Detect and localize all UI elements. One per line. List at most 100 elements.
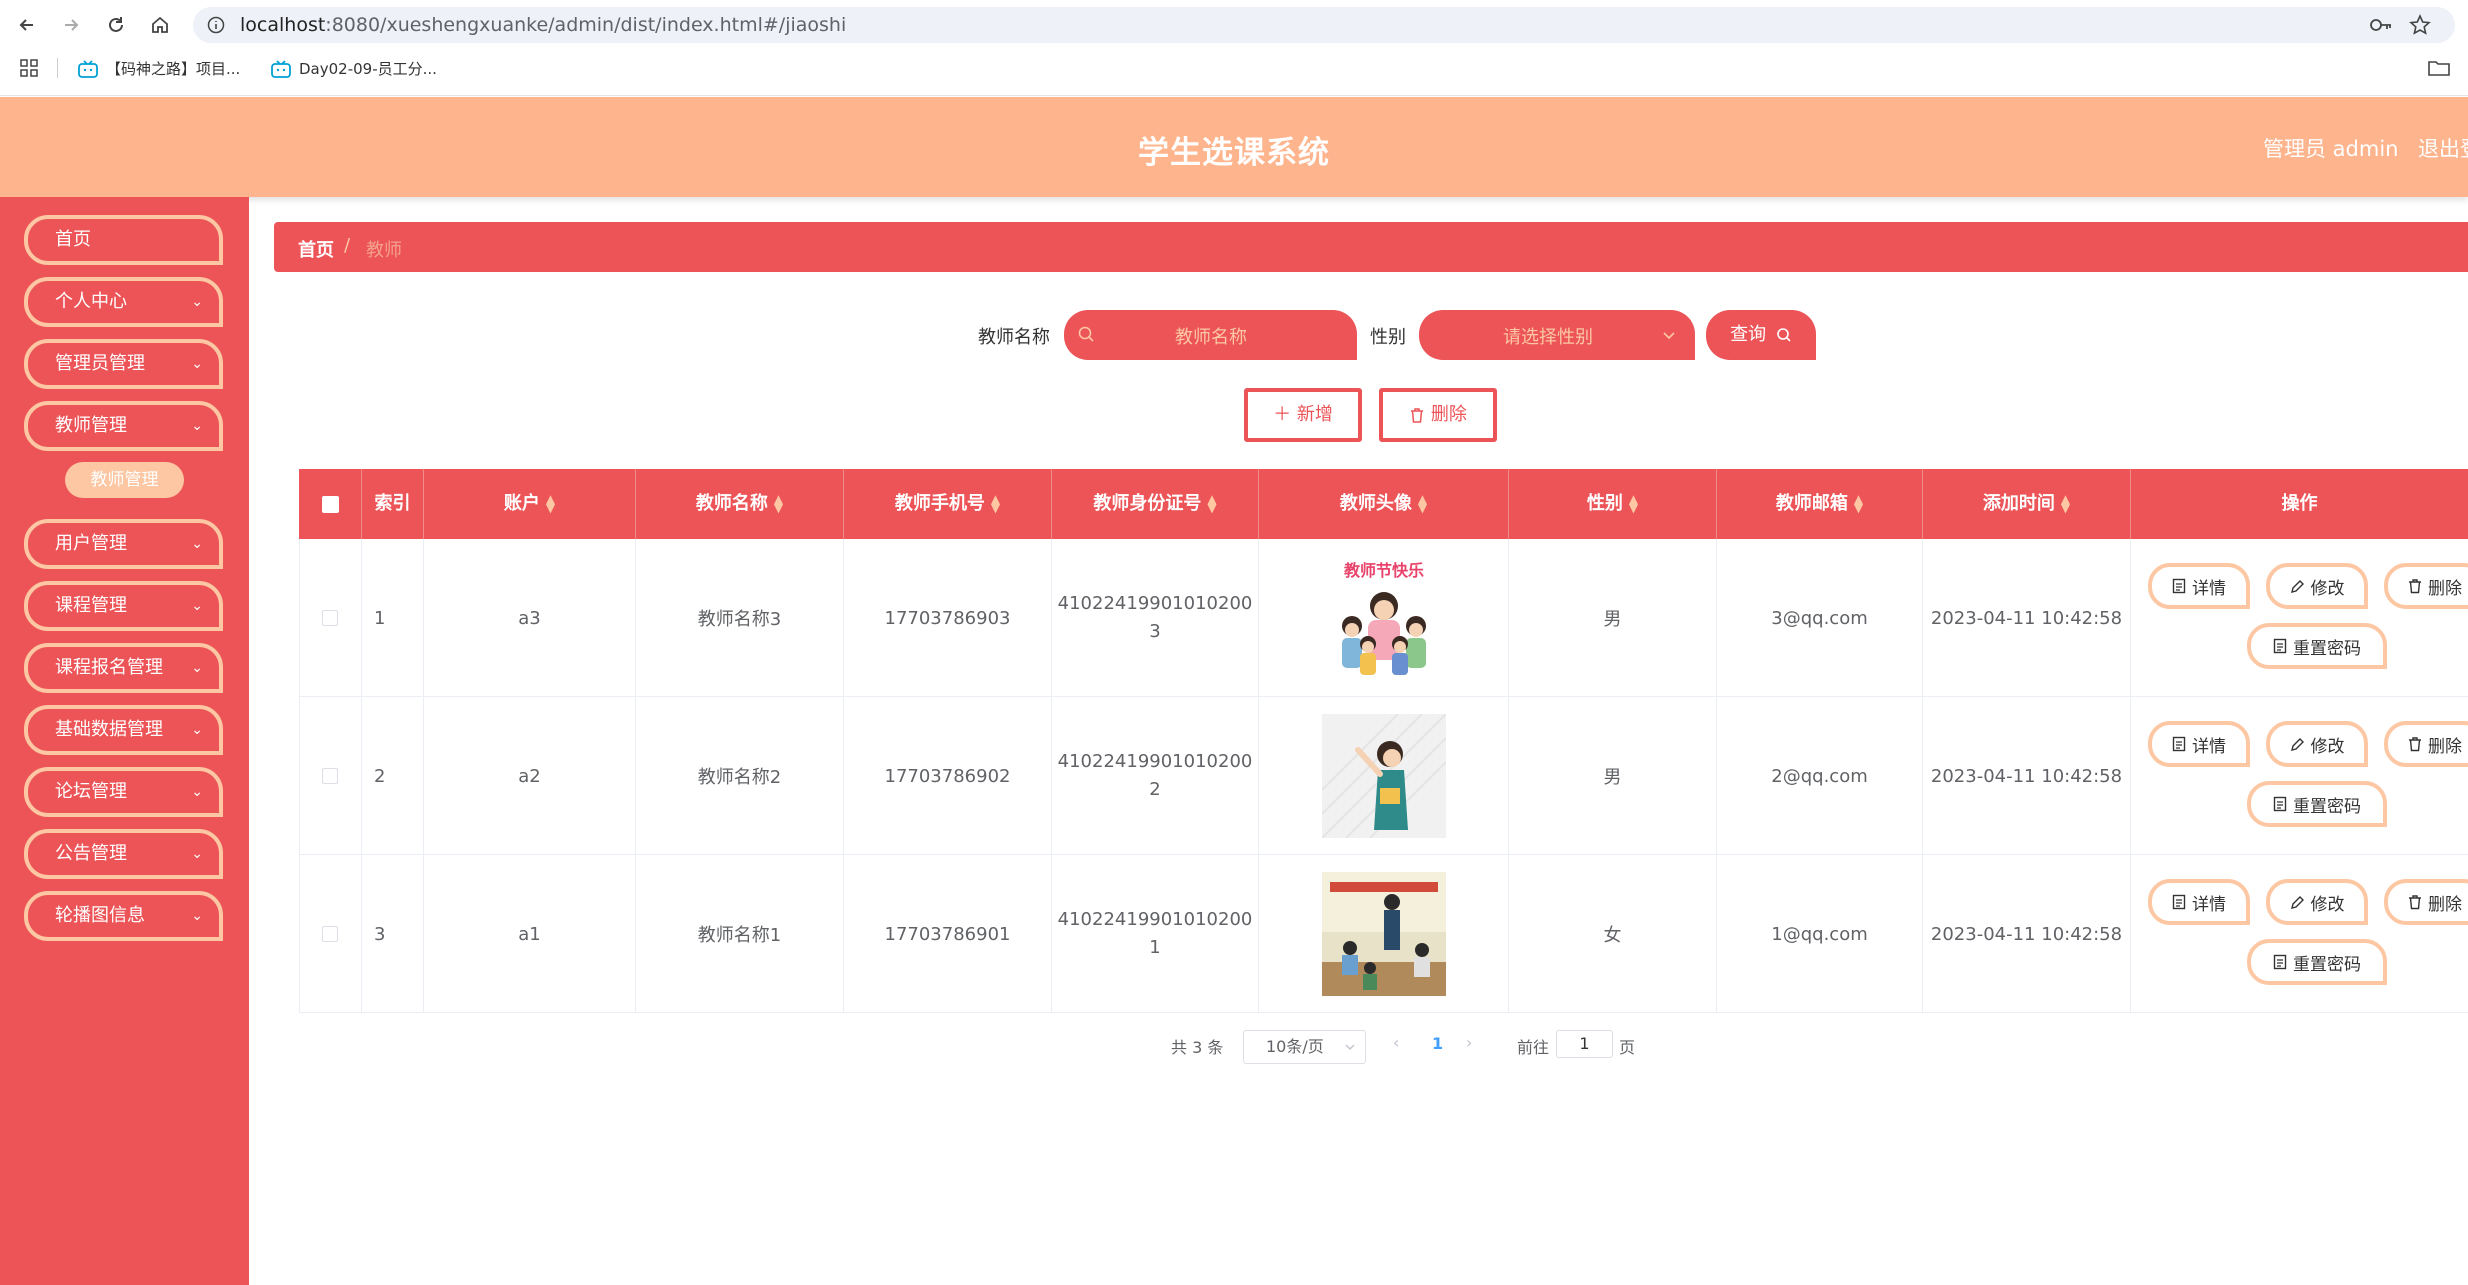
edit-button[interactable]: 修改: [2266, 721, 2368, 767]
edit-button[interactable]: 修改: [2266, 563, 2368, 609]
reset-password-button[interactable]: 重置密码: [2247, 623, 2387, 669]
gender-select[interactable]: 请选择性别: [1419, 310, 1695, 360]
col-gender[interactable]: 性别 ▲ ▼: [1509, 469, 1717, 539]
chevron-down-icon: ⌄: [191, 356, 203, 372]
chevron-down-icon: ⌄: [191, 294, 203, 310]
detail-button-label: 详情: [2192, 736, 2226, 757]
row-checkbox-cell: [299, 539, 362, 697]
page-number-current[interactable]: 1: [1432, 1034, 1443, 1053]
reset-password-button[interactable]: 重置密码: [2247, 939, 2387, 985]
col-phone[interactable]: 教师手机号 ▲ ▼: [844, 469, 1052, 539]
query-button-label: 查询: [1730, 324, 1767, 345]
row-checkbox[interactable]: [322, 610, 338, 626]
reset-password-button-label: 重置密码: [2293, 638, 2361, 659]
col-email[interactable]: 教师邮箱 ▲ ▼: [1717, 469, 1923, 539]
cell-teacher-name: 教师名称2: [636, 697, 844, 855]
goto-page-input[interactable]: 1: [1556, 1030, 1613, 1058]
delete-button[interactable]: 删除: [2384, 563, 2468, 609]
bookmark-star-icon[interactable]: [2409, 14, 2431, 36]
gender-label: 性别: [1370, 327, 1406, 348]
cell-index: 1: [362, 539, 424, 697]
site-info-icon[interactable]: [207, 16, 225, 34]
cell-created-time: 2023-04-11 10:42:58: [1923, 539, 2131, 697]
query-button[interactable]: 查询: [1706, 310, 1816, 360]
home-icon[interactable]: [145, 10, 175, 40]
id-number-line1: 41022419901010200: [1057, 909, 1253, 930]
teacher-avatar-image[interactable]: [1321, 872, 1446, 996]
sidebar-item-label: 公告管理: [55, 843, 127, 864]
sidebar-item-user-management[interactable]: 用户管理 ⌄: [24, 519, 223, 569]
delete-button-label: 删除: [2428, 894, 2462, 915]
breadcrumb-current: 教师: [366, 240, 402, 261]
sidebar-item-basic-data[interactable]: 基础数据管理 ⌄: [24, 705, 223, 755]
page-size-select[interactable]: 10条/页: [1243, 1030, 1366, 1064]
delete-button-label: 删除: [2428, 578, 2462, 599]
col-account[interactable]: 账户 ▲ ▼: [424, 469, 636, 539]
chevron-down-icon: ⌄: [191, 784, 203, 800]
all-bookmarks-folder-icon[interactable]: [2427, 59, 2451, 77]
sidebar-item-home[interactable]: 首页: [24, 215, 223, 265]
cell-index: 2: [362, 697, 424, 855]
sidebar-item-admin-management[interactable]: 管理员管理 ⌄: [24, 339, 223, 389]
reset-password-button[interactable]: 重置密码: [2247, 781, 2387, 827]
back-icon[interactable]: [12, 10, 42, 40]
row-checkbox[interactable]: [322, 926, 338, 942]
sidebar-item-label: 教师管理: [55, 415, 127, 436]
goto-label: 前往: [1517, 1038, 1550, 1057]
bookmark-divider: [57, 58, 58, 78]
detail-button[interactable]: 详情: [2148, 879, 2250, 925]
cell-account: a1: [424, 855, 636, 1013]
chevron-down-icon: ⌄: [191, 536, 203, 552]
teacher-name-input[interactable]: 教师名称: [1064, 310, 1357, 360]
sidebar-item-teacher-management[interactable]: 教师管理 ⌄: [24, 401, 223, 451]
select-all-cell: [299, 469, 362, 539]
sidebar-item-enrollment-management[interactable]: 课程报名管理 ⌄: [24, 643, 223, 693]
col-teacher-name[interactable]: 教师名称 ▲ ▼: [636, 469, 844, 539]
col-avatar[interactable]: 教师头像 ▲ ▼: [1259, 469, 1509, 539]
sidebar-item-carousel[interactable]: 轮播图信息 ⌄: [24, 891, 223, 941]
bookmark-1[interactable]: 【码神之路】项目...: [78, 58, 240, 79]
batch-delete-button[interactable]: 删除: [1379, 388, 1497, 442]
current-user-label: 管理员 admin: [2263, 137, 2399, 161]
apps-grid-icon[interactable]: [20, 59, 38, 77]
teacher-avatar-image[interactable]: 教师节快乐: [1321, 556, 1446, 680]
row-checkbox[interactable]: [322, 768, 338, 784]
delete-button[interactable]: 删除: [2384, 721, 2468, 767]
edit-button[interactable]: 修改: [2266, 879, 2368, 925]
cell-teacher-name: 教师名称3: [636, 539, 844, 697]
cell-gender: 男: [1509, 697, 1717, 855]
prev-page-icon[interactable]: ‹: [1393, 1033, 1399, 1052]
reload-icon[interactable]: [101, 10, 131, 40]
breadcrumb-separator: /: [344, 235, 351, 256]
sort-icon: ▲ ▼: [545, 492, 556, 515]
sidebar-item-course-management[interactable]: 课程管理 ⌄: [24, 581, 223, 631]
bookmark-2[interactable]: Day02-09-员工分...: [271, 58, 437, 79]
table-row: 1 a3 教师名称3 17703786903 41022419901010200…: [299, 539, 2468, 697]
col-id-number[interactable]: 教师身份证号 ▲ ▼: [1052, 469, 1259, 539]
teacher-avatar-image[interactable]: [1321, 714, 1446, 838]
address-bar[interactable]: localhost:8080/xueshengxuanke/admin/dist…: [193, 7, 2455, 43]
detail-button[interactable]: 详情: [2148, 563, 2250, 609]
cell-avatar: 教师节快乐: [1259, 539, 1509, 697]
delete-button[interactable]: 删除: [2384, 879, 2468, 925]
logout-button[interactable]: 退出登: [2418, 133, 2468, 163]
col-created-time[interactable]: 添加时间 ▲ ▼: [1923, 469, 2131, 539]
id-number-line2: 1: [1149, 937, 1161, 958]
forward-icon[interactable]: [56, 10, 86, 40]
cell-created-time: 2023-04-11 10:42:58: [1923, 855, 2131, 1013]
breadcrumb-home[interactable]: 首页: [298, 236, 334, 262]
pagination-total: 共 3 条: [1171, 1038, 1224, 1057]
next-page-icon[interactable]: ›: [1466, 1033, 1472, 1052]
cell-gender: 女: [1509, 855, 1717, 1013]
select-all-checkbox[interactable]: [321, 495, 339, 513]
sidebar-item-forum-management[interactable]: 论坛管理 ⌄: [24, 767, 223, 817]
sort-icon: ▲ ▼: [1853, 492, 1864, 515]
password-key-icon[interactable]: [2369, 16, 2393, 34]
submenu-teacher-management[interactable]: 教师管理: [65, 462, 184, 498]
sidebar-item-personal-center[interactable]: 个人中心 ⌄: [24, 277, 223, 327]
add-button[interactable]: ＋ 新增: [1244, 388, 1362, 442]
edit-button-label: 修改: [2310, 578, 2345, 599]
chevron-down-icon: [1344, 1041, 1356, 1053]
detail-button[interactable]: 详情: [2148, 721, 2250, 767]
sidebar-item-notice-management[interactable]: 公告管理 ⌄: [24, 829, 223, 879]
